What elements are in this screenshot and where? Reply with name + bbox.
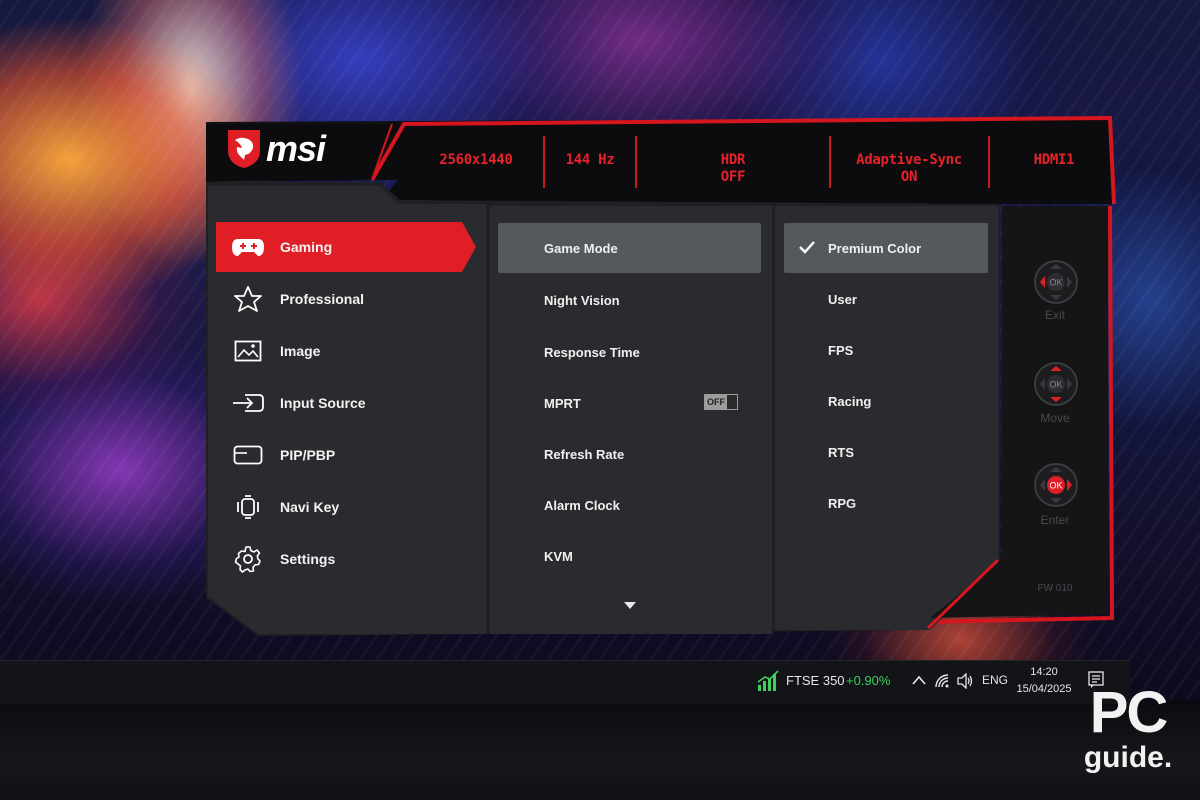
menu-item-label: Settings	[280, 551, 336, 567]
submenu-item-label: MPRT	[544, 395, 581, 411]
key-center-label: OK	[1049, 278, 1062, 288]
msi-dragon-logo-icon	[228, 130, 260, 168]
key-center-label: OK	[1049, 380, 1062, 390]
header-resolution: 2560x1440	[439, 152, 513, 168]
key-label-move: Move	[1040, 411, 1070, 425]
stock-ticker-change[interactable]: +0.90%	[846, 673, 890, 688]
menu-item-pip-pbp[interactable]: PIP/PBP	[216, 430, 478, 480]
navi-key-move-icon: OK	[1034, 362, 1078, 406]
header-separator	[543, 136, 545, 188]
submenu-item-label: Response Time	[544, 344, 640, 360]
header-refresh-rate: 144 Hz	[565, 152, 615, 168]
gamepad-icon	[216, 236, 280, 258]
checkmark-icon	[799, 241, 815, 254]
stock-ticker-name[interactable]: FTSE 350	[786, 673, 845, 688]
navi-key-enter-icon: OK	[1034, 463, 1078, 507]
gear-icon	[216, 545, 280, 573]
option-item-label: Racing	[828, 393, 872, 409]
speaker-icon[interactable]	[956, 673, 974, 689]
stock-chart-icon[interactable]	[756, 669, 780, 693]
language-indicator[interactable]: ENG	[982, 673, 1008, 687]
menu-item-label: Professional	[280, 291, 365, 307]
option-item-rts[interactable]: RTS	[784, 427, 988, 477]
menu-item-image[interactable]: Image	[216, 326, 478, 376]
menu-item-label: PIP/PBP	[280, 447, 336, 463]
header-separator	[829, 136, 831, 188]
option-item-rpg[interactable]: RPG	[784, 478, 988, 528]
menu-item-professional[interactable]: Professional	[216, 274, 478, 324]
menu-item-gaming[interactable]: Gaming	[216, 222, 478, 272]
mprt-toggle[interactable]: OFF	[704, 394, 738, 410]
header-separator	[988, 136, 990, 188]
submenu-item-label: KVM	[544, 548, 573, 564]
pip-icon	[216, 445, 280, 465]
input-source-icon	[216, 392, 280, 414]
watermark-line2: guide.	[1083, 741, 1173, 774]
header-hdr-status: HDR OFF	[690, 152, 776, 188]
option-item-fps[interactable]: FPS	[784, 325, 988, 375]
option-item-label: User	[828, 291, 857, 307]
menu-item-label: Gaming	[280, 239, 333, 255]
submenu-item-response-time[interactable]: Response Time	[498, 327, 761, 377]
navi-key-icon	[216, 494, 280, 520]
menu-item-label: Image	[280, 343, 321, 359]
key-center-label: OK	[1049, 481, 1062, 491]
submenu-item-alarm-clock[interactable]: Alarm Clock	[498, 480, 761, 530]
menu-item-label: Navi Key	[280, 499, 340, 515]
header-adaptive-sync-status: Adaptive-Sync ON	[846, 152, 972, 188]
adaptive-sync-value: ON	[900, 169, 918, 185]
menu-item-settings[interactable]: Settings	[216, 534, 478, 584]
key-label-exit: Exit	[1044, 308, 1065, 322]
clock-time: 14:20	[1030, 666, 1058, 678]
scroll-down-arrow-icon[interactable]	[624, 602, 636, 610]
option-item-label: Premium Color	[828, 240, 922, 256]
submenu-item-label: Night Vision	[544, 292, 620, 308]
submenu-item-game-mode[interactable]: Game Mode	[498, 223, 761, 273]
submenu-item-label: Alarm Clock	[544, 497, 620, 513]
pcguide-watermark: PC guide.	[1066, 684, 1190, 784]
key-label-enter: Enter	[1040, 513, 1070, 527]
watermark-line1: PC	[1089, 680, 1169, 745]
menu-item-label: Input Source	[280, 395, 366, 411]
wifi-icon[interactable]	[934, 673, 950, 689]
navi-key-exit-icon: OK	[1034, 260, 1078, 304]
monitor-bezel	[0, 704, 1200, 800]
option-item-label: FPS	[828, 342, 854, 358]
menu-item-navi-key[interactable]: Navi Key	[216, 482, 478, 532]
hdr-label: HDR	[720, 152, 746, 168]
menu-item-input-source[interactable]: Input Source	[216, 378, 478, 428]
submenu-item-night-vision[interactable]: Night Vision	[498, 275, 761, 325]
chevron-up-icon[interactable]	[912, 675, 926, 685]
hdr-value: OFF	[720, 169, 746, 185]
brand-logo-text: msi	[266, 128, 326, 169]
option-item-label: RTS	[828, 444, 854, 460]
option-item-racing[interactable]: Racing	[784, 376, 988, 426]
header-separator	[635, 136, 637, 188]
submenu-item-label: Refresh Rate	[544, 446, 625, 462]
submenu-item-label: Game Mode	[544, 240, 618, 256]
submenu-item-refresh-rate[interactable]: Refresh Rate	[498, 429, 761, 479]
image-icon	[216, 340, 280, 362]
mprt-toggle-state: OFF	[705, 395, 727, 409]
firmware-version: FW 010	[1037, 583, 1073, 594]
option-item-user[interactable]: User	[784, 274, 988, 324]
submenu-item-kvm[interactable]: KVM	[498, 531, 761, 581]
option-item-premium-color[interactable]: Premium Color	[784, 223, 988, 273]
option-item-label: RPG	[828, 495, 857, 511]
adaptive-sync-label: Adaptive-Sync	[856, 152, 962, 168]
header-input-source: HDMI1	[1033, 152, 1075, 168]
windows-taskbar: FTSE 350 +0.90% ENG 14:20 15/04/2025	[0, 660, 1130, 704]
star-icon	[216, 285, 280, 313]
